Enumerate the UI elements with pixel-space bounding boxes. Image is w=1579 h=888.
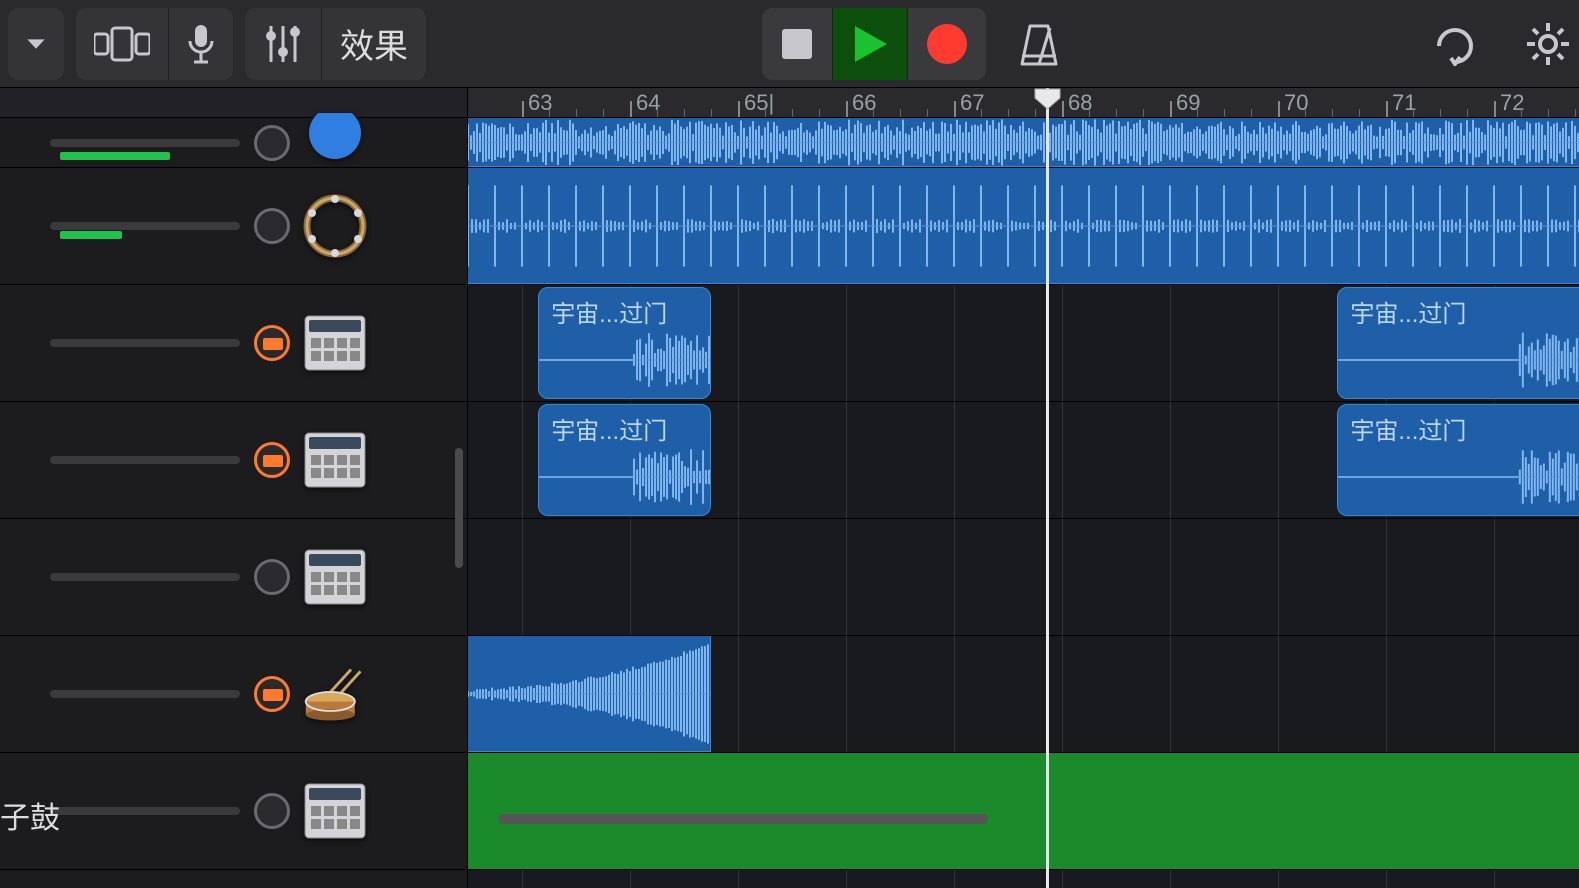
level-meter: [60, 231, 122, 239]
audio-region[interactable]: [468, 168, 1579, 284]
ruler[interactable]: 636465|6667686970717273: [468, 88, 1579, 118]
loop-browser-button[interactable]: [1415, 8, 1495, 80]
record-button[interactable]: [908, 8, 986, 80]
metronome-icon: [1016, 20, 1062, 68]
bluedot-icon[interactable]: [302, 110, 368, 176]
audio-region[interactable]: [468, 636, 711, 752]
playhead-handle-icon[interactable]: [1034, 88, 1061, 110]
volume-slider[interactable]: [50, 807, 240, 815]
audio-region[interactable]: [468, 118, 1579, 167]
track-header[interactable]: [0, 168, 467, 285]
record-icon: [926, 23, 968, 65]
play-icon: [851, 24, 889, 64]
fx-button[interactable]: 效果: [322, 8, 426, 80]
tambourine-icon[interactable]: [302, 193, 368, 259]
toolbar: 效果: [0, 0, 1579, 88]
midi-region[interactable]: [468, 753, 1579, 869]
sampler-icon[interactable]: [302, 778, 368, 844]
volume-slider[interactable]: [50, 139, 240, 147]
audio-region[interactable]: 宇宙...过门: [1337, 404, 1579, 516]
audio-region[interactable]: 宇宙...过门: [538, 287, 711, 399]
mic-icon: [187, 23, 215, 65]
audio-region[interactable]: 宇宙...过门: [1337, 287, 1579, 399]
track-header[interactable]: [0, 118, 467, 168]
mute-toggle[interactable]: [254, 793, 290, 829]
mixer-button[interactable]: [245, 8, 322, 80]
snare-icon[interactable]: [302, 661, 368, 727]
track-header[interactable]: [0, 402, 467, 519]
mic-input-button[interactable]: [169, 8, 233, 80]
region-lanes[interactable]: 宇宙...过门宇宙...过门宇宙...过门宇宙...过门: [468, 118, 1579, 888]
mute-toggle[interactable]: [254, 676, 290, 712]
mute-toggle[interactable]: [254, 208, 290, 244]
audio-region[interactable]: 宇宙...过门: [538, 404, 711, 516]
track-header[interactable]: [0, 519, 467, 636]
loop-icon: [1433, 22, 1477, 66]
timeline-scrollbar[interactable]: [498, 814, 988, 824]
mute-toggle[interactable]: [254, 325, 290, 361]
mute-toggle[interactable]: [254, 442, 290, 478]
bar-label: 65|: [744, 90, 774, 116]
input-mode-cluster: [76, 8, 233, 80]
view-menu-button[interactable]: [8, 8, 64, 80]
track-header[interactable]: [0, 285, 467, 402]
playhead[interactable]: [1046, 88, 1049, 888]
volume-slider[interactable]: [50, 339, 240, 347]
settings-button[interactable]: [1507, 8, 1571, 80]
track-scrollbar[interactable]: [455, 448, 463, 568]
play-button[interactable]: [833, 8, 908, 80]
volume-slider[interactable]: [50, 222, 240, 230]
track-header[interactable]: [0, 636, 467, 753]
fx-label: 效果: [340, 19, 408, 68]
volume-slider[interactable]: [50, 573, 240, 581]
timeline[interactable]: 636465|6667686970717273 宇宙...过门宇宙...过门宇宙…: [468, 88, 1579, 888]
level-meter: [60, 152, 170, 160]
sampler-icon[interactable]: [302, 310, 368, 376]
sliders-icon: [263, 22, 303, 66]
mute-toggle[interactable]: [254, 559, 290, 595]
metronome-button[interactable]: [998, 8, 1080, 80]
track-header[interactable]: 子鼓: [0, 753, 467, 870]
volume-slider[interactable]: [50, 690, 240, 698]
track-name: 子鼓: [0, 793, 60, 837]
fx-cluster: 效果: [245, 8, 426, 80]
stop-icon: [780, 27, 814, 61]
mute-toggle[interactable]: [254, 125, 290, 161]
transport-cluster: [762, 8, 986, 80]
sampler-icon[interactable]: [302, 544, 368, 610]
main-area: 子鼓 636465|6667686970717273 宇宙...过门宇宙...过…: [0, 88, 1579, 888]
stop-button[interactable]: [762, 8, 833, 80]
track-headers-panel: 子鼓: [0, 88, 468, 888]
track-view-button[interactable]: [76, 8, 169, 80]
track-regions-icon: [94, 26, 150, 62]
gear-icon: [1525, 21, 1571, 67]
chevron-down-icon: [26, 34, 46, 54]
sampler-icon[interactable]: [302, 427, 368, 493]
volume-slider[interactable]: [50, 456, 240, 464]
